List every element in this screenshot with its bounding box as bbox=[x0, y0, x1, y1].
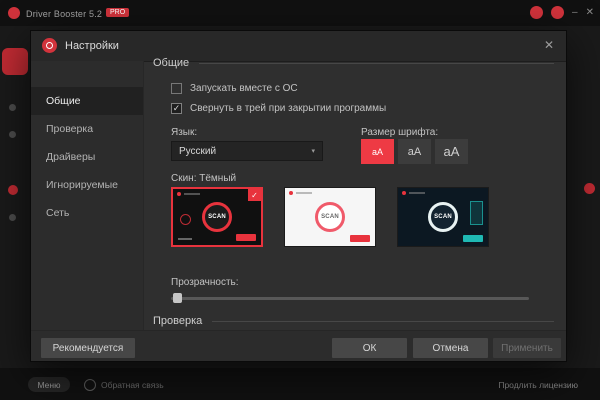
mini-action-button bbox=[350, 235, 370, 242]
mini-scan-button: SCAN bbox=[202, 202, 232, 232]
mini-action-button bbox=[236, 234, 256, 241]
minimize-button[interactable]: – bbox=[572, 6, 578, 19]
rescue-center-button bbox=[2, 48, 28, 75]
mini-text-lines bbox=[178, 238, 192, 240]
mini-scan-button: SCAN bbox=[428, 202, 458, 232]
transparency-label: Прозрачность: bbox=[171, 277, 239, 288]
autostart-label: Запускать вместе с ОС bbox=[190, 83, 298, 94]
settings-sidebar: Общие Проверка Драйверы Игнорируемые Сет… bbox=[31, 61, 144, 331]
font-size-label: Размер шрифта: bbox=[361, 127, 439, 138]
window-controls: – ✕ bbox=[530, 6, 594, 19]
font-size-small-button[interactable]: аА bbox=[361, 139, 394, 164]
apply-button: Применить bbox=[493, 338, 561, 358]
close-button[interactable]: ✕ bbox=[586, 6, 594, 19]
dialog-footer: Рекомендуется ОК Отмена Применить bbox=[31, 330, 566, 361]
rail-dot-icon bbox=[9, 131, 16, 138]
autostart-row: Запускать вместе с ОС bbox=[171, 83, 298, 94]
notification-icon[interactable] bbox=[551, 6, 565, 19]
tray-label: Свернуть в трей при закрытии программы bbox=[190, 103, 387, 114]
statusbar-info-text: Обратная связь bbox=[101, 380, 164, 390]
boost-indicator-icon bbox=[584, 183, 595, 194]
mini-title-bar bbox=[184, 193, 200, 195]
autostart-checkbox[interactable] bbox=[171, 83, 182, 94]
section-general: Общие bbox=[153, 57, 554, 69]
driver-booster-window: Driver Booster 5.2 PRO – ✕ Меню Обратная… bbox=[0, 0, 600, 400]
titlebar: Driver Booster 5.2 PRO – ✕ bbox=[0, 0, 600, 26]
gift-icon[interactable] bbox=[530, 6, 544, 19]
sidebar-item-drivers[interactable]: Драйверы bbox=[31, 143, 143, 171]
mini-scan-button: SCAN bbox=[315, 202, 345, 232]
sidebar-item-network[interactable]: Сеть bbox=[31, 199, 143, 227]
section-divider bbox=[212, 320, 554, 322]
mini-title-bar bbox=[409, 192, 425, 194]
sidebar-item-scan[interactable]: Проверка bbox=[31, 115, 143, 143]
skin-thumb-blue[interactable]: SCAN bbox=[397, 187, 489, 247]
menu-button[interactable]: Меню bbox=[28, 377, 70, 392]
rail-dot-icon bbox=[9, 104, 16, 111]
statusbar: Меню Обратная связь Продлить лицензию bbox=[0, 368, 600, 400]
cancel-button[interactable]: Отмена bbox=[413, 338, 488, 358]
skin-label: Скин: Тёмный bbox=[171, 173, 237, 184]
section-scan-title: Проверка bbox=[153, 315, 203, 327]
section-divider bbox=[199, 62, 554, 64]
transparency-slider[interactable] bbox=[171, 293, 529, 303]
recommended-button[interactable]: Рекомендуется bbox=[41, 338, 135, 358]
language-selected-value: Русский bbox=[179, 145, 217, 157]
mini-gauge-icon bbox=[180, 214, 191, 225]
rail-dot-icon bbox=[9, 214, 16, 221]
font-size-group: аА аА аА bbox=[361, 139, 468, 164]
pro-badge: PRO bbox=[106, 8, 130, 17]
feedback-icon bbox=[84, 379, 96, 391]
skin-row: SCAN ✓ SCAN SCAN bbox=[171, 187, 489, 247]
skin-thumb-light[interactable]: SCAN bbox=[284, 187, 376, 247]
slider-handle[interactable] bbox=[173, 293, 182, 303]
dialog-close-icon[interactable]: ✕ bbox=[544, 38, 554, 52]
settings-dialog: Настройки ✕ Общие Проверка Драйверы Игно… bbox=[30, 30, 567, 362]
rail-red-dot-icon bbox=[8, 185, 18, 195]
mini-logo-icon bbox=[289, 191, 293, 195]
mini-logo-icon bbox=[402, 191, 406, 195]
language-dropdown[interactable]: Русский ▾ bbox=[171, 141, 323, 161]
language-label: Язык: bbox=[171, 127, 198, 138]
section-scan: Проверка bbox=[153, 315, 554, 327]
mini-action-button bbox=[463, 235, 483, 242]
app-logo-icon bbox=[8, 7, 20, 19]
tray-row: ✓ Свернуть в трей при закрытии программы bbox=[171, 103, 386, 114]
chevron-down-icon: ▾ bbox=[311, 148, 315, 155]
mini-logo-icon bbox=[177, 192, 181, 196]
font-size-large-button[interactable]: аА bbox=[435, 139, 468, 164]
ok-button[interactable]: ОК bbox=[332, 338, 407, 358]
font-size-medium-button[interactable]: аА bbox=[398, 139, 431, 164]
selected-check-icon: ✓ bbox=[248, 189, 261, 201]
skin-thumb-dark[interactable]: SCAN ✓ bbox=[171, 187, 263, 247]
mini-side-panel bbox=[470, 201, 483, 225]
app-title: Driver Booster 5.2 bbox=[26, 9, 103, 19]
settings-logo-icon bbox=[42, 38, 57, 53]
mini-title-bar bbox=[296, 192, 312, 194]
section-general-title: Общие bbox=[153, 57, 190, 69]
sidebar-item-ignored[interactable]: Игнорируемые bbox=[31, 171, 143, 199]
slider-track[interactable] bbox=[171, 297, 529, 300]
renew-license-link[interactable]: Продлить лицензию bbox=[498, 380, 578, 390]
dialog-title: Настройки bbox=[65, 40, 119, 52]
tray-checkbox[interactable]: ✓ bbox=[171, 103, 182, 114]
sidebar-item-general[interactable]: Общие bbox=[31, 87, 143, 115]
